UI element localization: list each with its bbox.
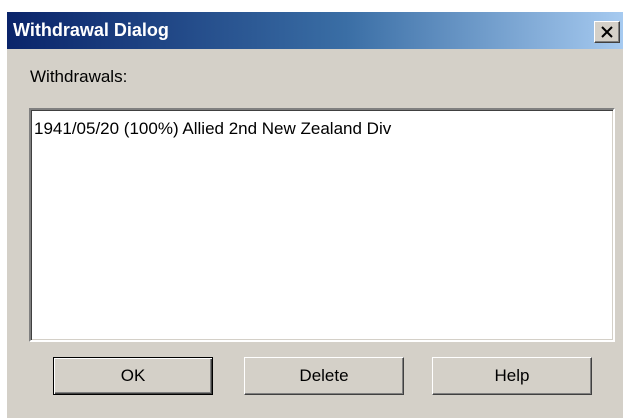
- help-button[interactable]: Help: [432, 357, 592, 395]
- close-x-icon: [601, 26, 613, 38]
- close-button[interactable]: [594, 21, 620, 43]
- withdrawals-listbox[interactable]: 1941/05/20 (100%) Allied 2nd New Zealand…: [29, 108, 615, 342]
- withdrawal-dialog: Withdrawal Dialog Withdrawals: 1941/05/2…: [7, 12, 623, 418]
- withdrawals-label: Withdrawals:: [30, 67, 128, 86]
- delete-button[interactable]: Delete: [244, 357, 404, 395]
- dialog-title: Withdrawal Dialog: [13, 20, 169, 40]
- ok-button[interactable]: OK: [53, 357, 213, 395]
- list-item[interactable]: 1941/05/20 (100%) Allied 2nd New Zealand…: [34, 119, 391, 139]
- title-bar[interactable]: Withdrawal Dialog: [7, 12, 623, 49]
